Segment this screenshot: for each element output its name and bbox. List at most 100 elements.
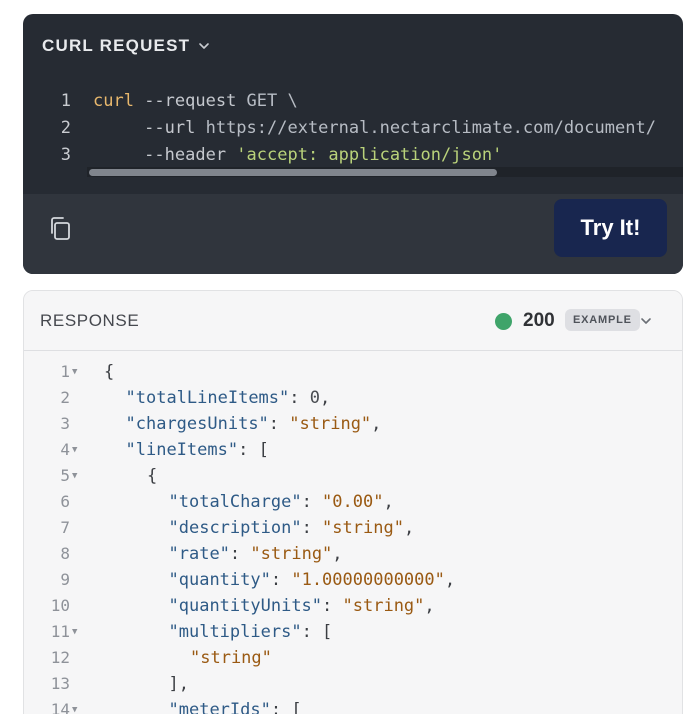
line-number: 9 <box>60 570 70 589</box>
line-number: 11 <box>50 622 70 641</box>
copy-icon[interactable] <box>47 215 73 243</box>
code-token: GET \ <box>246 91 298 111</box>
json-token: , <box>371 414 382 434</box>
json-text: "meterIds": [ <box>169 697 302 714</box>
json-token: "string" <box>250 544 333 564</box>
fold-toggle-icon[interactable]: ▼ <box>72 619 77 645</box>
json-token: , <box>383 492 394 512</box>
json-line: 11 ▼ "multipliers": [ <box>24 619 682 645</box>
json-text: "totalLineItems": 0, <box>126 385 331 411</box>
json-token: "0.00" <box>322 492 384 512</box>
json-text: "chargesUnits": "string", <box>126 411 382 437</box>
json-text: "description": "string", <box>169 515 415 541</box>
line-number: 3 <box>60 414 70 433</box>
line-number: 1 <box>60 91 71 111</box>
json-line: 8 "rate": "string", <box>24 541 682 567</box>
json-token: "chargesUnits" <box>125 414 269 434</box>
json-token: : [ <box>238 440 269 460</box>
chevron-down-icon[interactable] <box>640 315 652 327</box>
json-token: { <box>104 362 115 382</box>
response-card: RESPONSE 200 EXAMPLE 1 ▼{2 "totalLineItems… <box>23 290 683 714</box>
curl-request-toggle[interactable]: CURL REQUEST <box>42 36 210 56</box>
json-text: { <box>147 463 157 489</box>
code-line: 2 --url https://external.nectarclimate.c… <box>23 115 656 142</box>
json-text: "multipliers": [ <box>169 619 333 645</box>
json-text: { <box>104 359 114 385</box>
json-token: "1.00000000000" <box>291 570 445 590</box>
json-line: 1 ▼ { <box>24 359 682 385</box>
json-token: "string" <box>190 648 272 668</box>
curl-request-title: CURL REQUEST <box>42 36 191 55</box>
status-code: 200 <box>523 310 555 331</box>
code-token: --request <box>133 91 247 111</box>
line-number: 8 <box>60 544 70 563</box>
fold-toggle-icon[interactable]: ▼ <box>72 463 77 489</box>
code-text: --url https://external.nectarclimate.com… <box>93 115 656 142</box>
response-code-block: 1 ▼{2 "totalLineItems": 0, 3 "chargesUnits":… <box>24 351 682 714</box>
line-number: 5 <box>60 466 70 485</box>
json-line: 14 ▼ "meterIds": [ <box>24 697 682 714</box>
json-token: "string" <box>289 414 372 434</box>
json-token: , <box>444 570 456 590</box>
api-explorer: CURL REQUEST 1 curl --request GET \ 2 --ur… <box>0 0 696 714</box>
json-token: : [ <box>301 622 333 642</box>
json-token: : <box>301 492 323 512</box>
code-token: 'accept: application/json' <box>236 145 503 165</box>
json-token: , <box>403 518 415 538</box>
json-text: "quantityUnits": "string", <box>169 593 435 619</box>
response-header: RESPONSE 200 EXAMPLE <box>24 291 682 351</box>
code-token: curl <box>93 91 134 111</box>
line-number: 4 <box>60 440 70 459</box>
json-token: , <box>320 388 331 408</box>
fold-toggle-icon[interactable]: ▼ <box>72 437 77 463</box>
line-number: 12 <box>50 648 70 667</box>
json-token: 0 <box>309 388 320 408</box>
code-line: 3 --header 'accept: application/json' <box>23 142 503 169</box>
json-text: "lineItems": [ <box>126 437 269 463</box>
json-token: "meterIds" <box>168 700 271 714</box>
json-token: : <box>289 388 310 408</box>
json-text: "string" <box>190 645 272 671</box>
line-number: 14 <box>50 700 70 714</box>
code-token: --header <box>93 145 237 165</box>
json-token: "totalCharge" <box>168 492 302 512</box>
json-text: "quantity": "1.00000000000", <box>169 567 456 593</box>
json-line: 6 "totalCharge": "0.00", <box>24 489 682 515</box>
line-number: 3 <box>60 145 71 165</box>
json-line: 10 "quantityUnits": "string", <box>24 593 682 619</box>
json-line: 3 "chargesUnits": "string", <box>24 411 682 437</box>
json-token: : <box>268 414 290 434</box>
line-number: 13 <box>50 674 70 693</box>
code-text: curl --request GET \ <box>93 88 298 115</box>
json-line: 5 ▼ { <box>24 463 682 489</box>
json-token: , <box>424 596 435 616</box>
chevron-down-icon <box>199 43 210 49</box>
code-scrollbar-thumb[interactable] <box>89 169 497 176</box>
json-token: "lineItems" <box>125 440 239 460</box>
json-token: , <box>332 544 343 564</box>
code-line: 1 curl --request GET \ <box>23 88 298 115</box>
json-token: "quantityUnits" <box>168 596 323 616</box>
fold-toggle-icon[interactable]: ▼ <box>72 359 77 385</box>
json-text: "totalCharge": "0.00", <box>169 489 394 515</box>
json-line: 2 "totalLineItems": 0, <box>24 385 682 411</box>
fold-toggle-icon[interactable]: ▼ <box>72 697 77 714</box>
try-it-button[interactable]: Try It! <box>554 199 667 257</box>
json-token: : <box>270 570 292 590</box>
line-number: 7 <box>60 518 70 537</box>
json-line: 4 ▼ "lineItems": [ <box>24 437 682 463</box>
example-badge: EXAMPLE <box>565 309 640 331</box>
json-token: : [ <box>270 700 302 714</box>
json-token: "quantity" <box>168 570 271 590</box>
json-line: 12 "string" <box>24 645 682 671</box>
json-line: 9 "quantity": "1.00000000000", <box>24 567 682 593</box>
json-token: "totalLineItems" <box>125 388 290 408</box>
json-line: 7 "description": "string", <box>24 515 682 541</box>
code-token: https://external.nectarclimate.com/docum… <box>205 118 656 138</box>
curl-code-block: 1 curl --request GET \ 2 --url https://ext… <box>23 82 683 194</box>
curl-request-card: CURL REQUEST 1 curl --request GET \ 2 --ur… <box>23 14 683 274</box>
json-text: ], <box>169 671 189 697</box>
line-number: 10 <box>50 596 70 615</box>
json-token: : <box>322 596 343 616</box>
code-text: --header 'accept: application/json' <box>93 142 502 169</box>
